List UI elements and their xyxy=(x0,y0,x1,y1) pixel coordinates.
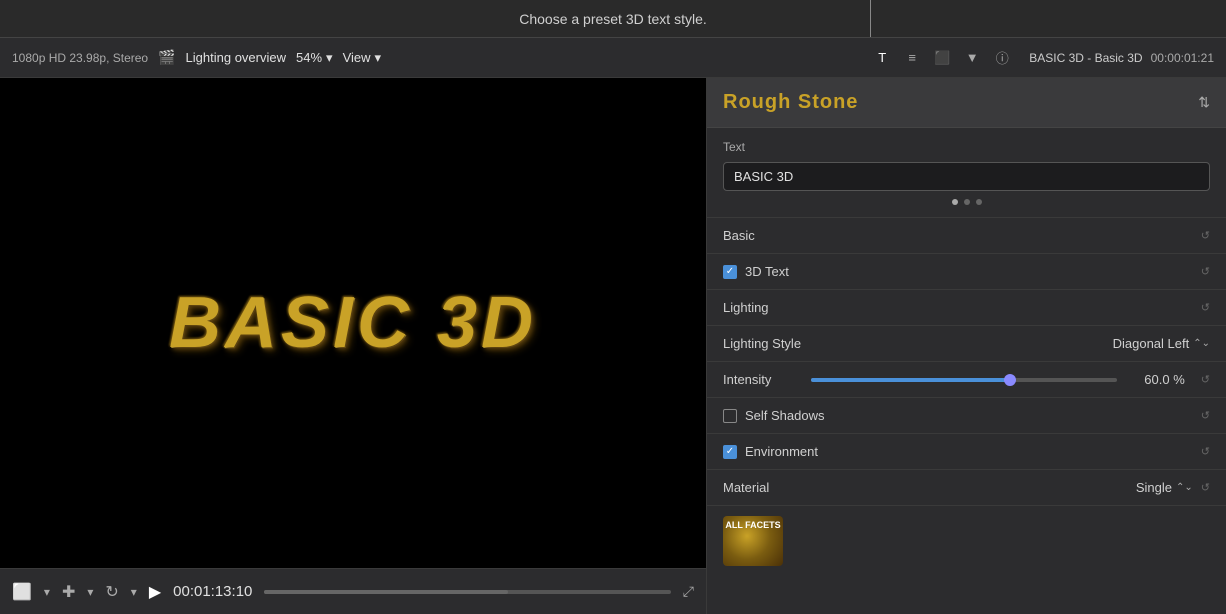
chevron-icon: ▾ xyxy=(44,585,50,599)
text-section-label: Text xyxy=(723,140,1210,154)
intensity-label: Intensity xyxy=(723,372,803,387)
info-icon: ⓘ xyxy=(996,48,1009,67)
view-chevron: ▾ xyxy=(375,50,382,66)
filter-icon: ▼ xyxy=(966,50,979,65)
tooltip-bar: Choose a preset 3D text style. xyxy=(0,0,1226,38)
expand-icon[interactable]: ⤢ xyxy=(683,583,694,600)
lighting-section-row: Lighting ↺ xyxy=(707,290,1226,326)
text-input[interactable] xyxy=(723,162,1210,191)
video-panel-icon[interactable]: ⬛ xyxy=(931,47,953,69)
lighting-style-dropdown[interactable]: Diagonal Left ⌃⌄ xyxy=(1113,336,1210,351)
text-section: Text xyxy=(707,128,1226,218)
preview-canvas: BASIC 3D xyxy=(0,78,706,568)
media-info: 1080p HD 23.98p, Stereo xyxy=(12,51,148,65)
zoom-control[interactable]: 54% ▾ xyxy=(296,50,333,66)
text-panel-icon[interactable]: T xyxy=(871,47,893,69)
thumbnail-section: ALL FACETS xyxy=(707,506,1226,576)
info-panel-icon[interactable]: ⓘ xyxy=(991,47,1013,69)
intensity-thumb[interactable] xyxy=(1004,374,1016,386)
dot-2 xyxy=(964,199,970,205)
dots-row xyxy=(723,199,1210,205)
view-label: View xyxy=(343,50,371,65)
lighting-reset-icon[interactable]: ↺ xyxy=(1201,301,1210,314)
lighting-label: Lighting xyxy=(723,300,1193,315)
toolbar-left: 1080p HD 23.98p, Stereo 🎬 Lighting overv… xyxy=(12,49,871,66)
lighting-style-chevron: ⌃⌄ xyxy=(1193,338,1210,349)
text-icon: T xyxy=(878,50,886,65)
3d-text-row: 3D Text ↺ xyxy=(707,254,1226,290)
lighting-style-row: Lighting Style Diagonal Left ⌃⌄ xyxy=(707,326,1226,362)
list-icon: ≡ xyxy=(908,50,916,65)
preview-area: BASIC 3D ⬜ ▾ ✚ ▾ ↻ ▾ ▶ 00:01:13:10 ⤢ xyxy=(0,78,706,614)
lighting-style-value: Diagonal Left xyxy=(1113,336,1190,351)
material-dropdown[interactable]: Single ⌃⌄ xyxy=(1136,480,1193,495)
expand-arrows-icon[interactable]: ⇅ xyxy=(1198,94,1210,111)
project-title: Lighting overview xyxy=(186,50,286,65)
3d-text-label: 3D Text xyxy=(745,264,1185,279)
clip-title-inline: BASIC 3D - Basic 3D xyxy=(1029,51,1142,65)
right-panel: Rough Stone ⇅ Text Basic ↺ xyxy=(706,78,1226,614)
intensity-fill xyxy=(811,378,1010,382)
thumbnail-label: ALL FACETS xyxy=(723,520,783,530)
self-shadows-reset-icon[interactable]: ↺ xyxy=(1201,409,1210,422)
environment-checkbox[interactable] xyxy=(723,445,737,459)
zoom-chevron: ▾ xyxy=(326,50,333,66)
timecode: 00:01:13:10 xyxy=(173,583,252,600)
all-facets-thumbnail[interactable]: ALL FACETS xyxy=(723,516,783,566)
environment-label: Environment xyxy=(745,444,1185,459)
environment-row: Environment ↺ xyxy=(707,434,1226,470)
view-control[interactable]: View ▾ xyxy=(343,50,381,66)
self-shadows-label: Self Shadows xyxy=(745,408,1185,423)
material-reset-icon[interactable]: ↺ xyxy=(1201,481,1210,494)
material-chevron: ⌃⌄ xyxy=(1176,482,1193,493)
3d-text-checkbox[interactable] xyxy=(723,265,737,279)
rough-stone-header: Rough Stone ⇅ xyxy=(707,78,1226,128)
loop-icon[interactable]: ↻ xyxy=(105,582,118,602)
3d-text-reset-icon[interactable]: ↺ xyxy=(1201,265,1210,278)
lighting-style-label: Lighting Style xyxy=(723,336,1113,351)
clip-duration-inline: 00:00:01:21 xyxy=(1151,51,1214,65)
play-button[interactable]: ▶ xyxy=(149,582,161,602)
timeline-bar[interactable] xyxy=(264,590,670,594)
self-shadows-checkbox[interactable] xyxy=(723,409,737,423)
dot-3 xyxy=(976,199,982,205)
intensity-slider[interactable] xyxy=(811,378,1117,382)
material-label: Material xyxy=(723,480,1136,495)
tooltip-line xyxy=(870,0,871,37)
self-shadows-row: Self Shadows ↺ xyxy=(707,398,1226,434)
main-area: BASIC 3D ⬜ ▾ ✚ ▾ ↻ ▾ ▶ 00:01:13:10 ⤢ Rou… xyxy=(0,78,1226,614)
filter-panel-icon[interactable]: ▼ xyxy=(961,47,983,69)
tooltip-text: Choose a preset 3D text style. xyxy=(519,11,707,27)
basic-reset-icon[interactable]: ↺ xyxy=(1201,229,1210,242)
bottom-controls: ⬜ ▾ ✚ ▾ ↻ ▾ ▶ 00:01:13:10 ⤢ xyxy=(0,568,706,614)
timeline-progress xyxy=(264,590,508,594)
tools-icon[interactable]: ✚ xyxy=(62,582,75,602)
environment-reset-icon[interactable]: ↺ xyxy=(1201,445,1210,458)
basic-row: Basic ↺ xyxy=(707,218,1226,254)
dot-1 xyxy=(952,199,958,205)
material-value: Single xyxy=(1136,480,1172,495)
video-icon: ⬛ xyxy=(934,50,950,66)
material-row: Material Single ⌃⌄ ↺ xyxy=(707,470,1226,506)
panel-icons: T ≡ ⬛ ▼ ⓘ BASIC 3D - Basic 3D 00:00:01:2… xyxy=(871,47,1214,69)
tools-chevron: ▾ xyxy=(87,585,93,599)
list-panel-icon[interactable]: ≡ xyxy=(901,47,923,69)
clapper-icon: 🎬 xyxy=(158,49,175,66)
basic-label: Basic xyxy=(723,228,1193,243)
intensity-value: 60.0 % xyxy=(1125,372,1185,387)
intensity-reset-icon[interactable]: ↺ xyxy=(1201,373,1210,386)
loop-chevron: ▾ xyxy=(131,585,137,599)
intensity-row: Intensity 60.0 % ↺ xyxy=(707,362,1226,398)
panel-content: Text Basic ↺ 3D Text ↺ Li xyxy=(707,128,1226,614)
clip-icon[interactable]: ⬜ xyxy=(12,582,32,602)
top-toolbar: 1080p HD 23.98p, Stereo 🎬 Lighting overv… xyxy=(0,38,1226,78)
zoom-level: 54% xyxy=(296,50,322,65)
rough-stone-title: Rough Stone xyxy=(723,91,1198,114)
preview-3d-text: BASIC 3D xyxy=(169,282,537,364)
